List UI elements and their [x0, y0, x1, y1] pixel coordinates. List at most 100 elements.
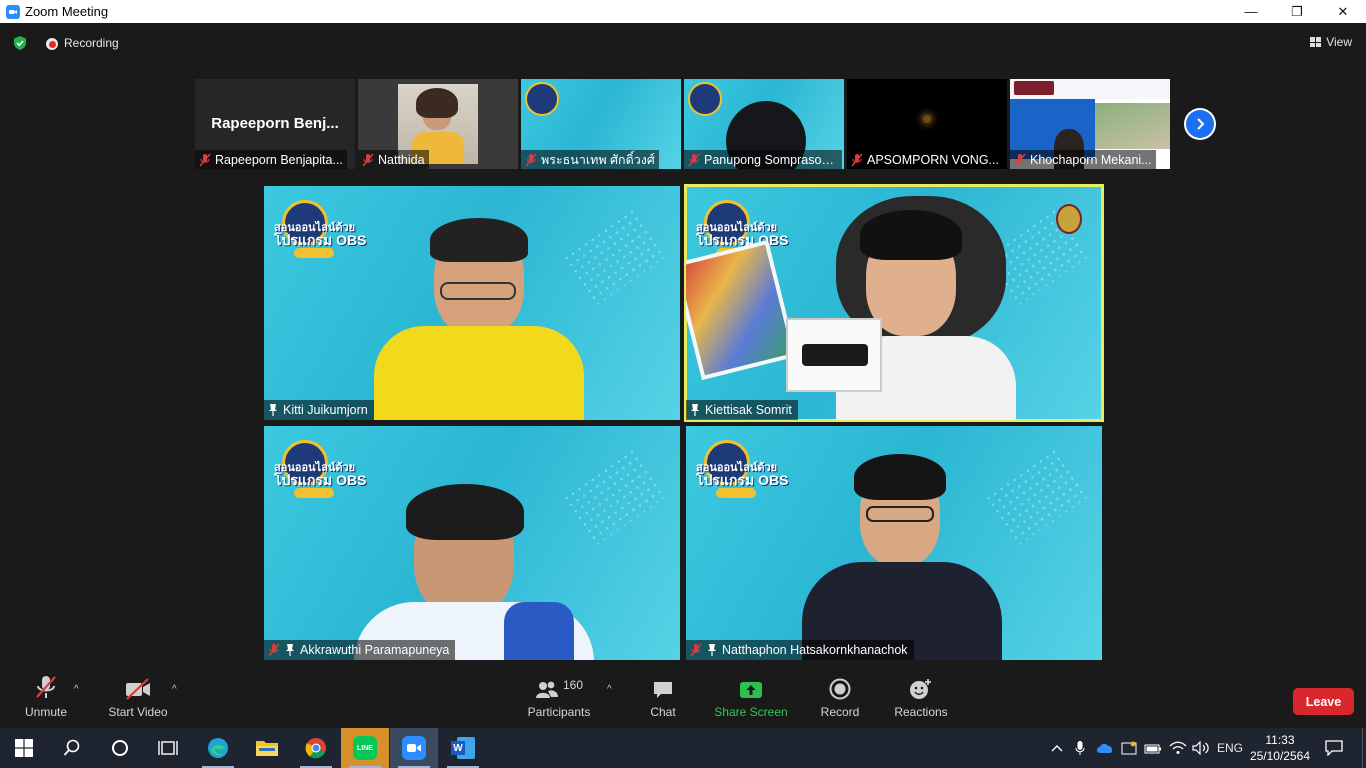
thumbnail-name-bar: พระธนาเทพ ศักดิ์วงศ์	[521, 150, 659, 169]
thumbnail-participant-1[interactable]: Rapeeporn Benj... Rapeeporn Benjapita...	[195, 79, 355, 169]
recording-label[interactable]: Recording	[64, 36, 119, 50]
battery-button[interactable]	[1142, 728, 1164, 768]
video-tile-1[interactable]: สอนออนไลน์ด้วย โปรแกรม OBS Kitti Juikumj…	[264, 186, 680, 420]
windows-logo-icon	[15, 739, 33, 757]
tile-name-label: Natthaphon Hatsakornkhanachok	[686, 640, 914, 660]
zoom-taskbar-button[interactable]	[390, 728, 438, 768]
mic-muted-icon	[199, 153, 211, 166]
record-icon	[829, 678, 851, 700]
task-view-icon	[158, 741, 178, 755]
view-label: View	[1326, 35, 1352, 49]
video-tile-2-active-speaker[interactable]: สอนออนไลน์ด้วย โปรแกรม OBS Kiettisak Som…	[684, 184, 1104, 422]
reactions-button[interactable]: Reactions	[892, 670, 950, 728]
zoom-window: Zoom Meeting — ❐ ✕ Recording View Rapeep…	[0, 0, 1366, 768]
word-icon: W	[451, 737, 475, 759]
notifications-icon	[1325, 740, 1343, 756]
task-view-button[interactable]	[144, 728, 192, 768]
tile-name-label: Akkrawuthi Paramapuneya	[264, 640, 456, 660]
search-button[interactable]	[48, 728, 96, 768]
obs-logo	[688, 82, 722, 116]
thumbnail-name-bar: APSOMPORN VONG...	[847, 150, 1003, 169]
line-app-button[interactable]: LINE	[341, 728, 389, 768]
grid-view-icon	[1310, 37, 1322, 47]
onedrive-button[interactable]	[1094, 728, 1116, 768]
dim-light	[923, 115, 931, 123]
clock-time: 11:33	[1265, 733, 1295, 747]
meeting-toolbar: Unmute ^ Start Video ^ 160 Participants …	[0, 670, 1366, 728]
mic-muted-icon	[690, 643, 702, 657]
input-language-button[interactable]: ENG	[1214, 728, 1246, 768]
file-explorer-button[interactable]	[243, 728, 291, 768]
share-screen-button[interactable]: Share Screen	[714, 670, 788, 728]
edge-browser-button[interactable]	[194, 728, 242, 768]
chat-button[interactable]: Chat	[638, 670, 688, 728]
chat-label: Chat	[650, 705, 676, 719]
thumbnail-name: Panupong Somprason...	[704, 152, 838, 167]
thumbnail-participant-6[interactable]: Khochaporn Mekani...	[1010, 79, 1170, 169]
volume-button[interactable]	[1190, 728, 1212, 768]
participants-options-caret[interactable]: ^	[607, 684, 612, 695]
participant-name: Natthaphon Hatsakornkhanachok	[722, 643, 908, 657]
word-button[interactable]: W	[439, 728, 487, 768]
chat-icon	[654, 682, 672, 698]
pin-icon	[708, 644, 716, 656]
tile-name-label: Kitti Juikumjorn	[264, 400, 374, 420]
rmutt-logo	[1014, 81, 1054, 95]
mic-muted-icon	[688, 153, 700, 166]
video-camera-off-icon	[126, 678, 150, 700]
participant-hair	[854, 454, 946, 500]
thumbnail-participant-3[interactable]: พระธนาเทพ ศักดิ์วงศ์	[521, 79, 681, 169]
glasses	[440, 282, 516, 300]
chrome-button[interactable]	[292, 728, 340, 768]
security-shield-icon[interactable]	[12, 35, 28, 51]
obs-banner: สอนออนไลน์ด้วย โปรแกรม OBS	[272, 432, 366, 536]
video-tile-4[interactable]: สอนออนไลน์ด้วย โปรแกรม OBS Natthaphon Ha…	[686, 426, 1102, 660]
windows-taskbar: LINE W ENG 11:33 25/10/2564	[0, 728, 1366, 768]
video-options-caret[interactable]: ^	[172, 684, 177, 695]
participants-button[interactable]: 160 Participants	[524, 670, 594, 728]
next-page-button[interactable]	[1184, 108, 1216, 140]
thumbnail-participant-5[interactable]: APSOMPORN VONG...	[847, 79, 1007, 169]
maximize-button[interactable]: ❐	[1274, 0, 1320, 23]
audio-options-caret[interactable]: ^	[74, 684, 79, 695]
pin-icon	[269, 404, 277, 416]
edge-icon	[208, 738, 228, 758]
pin-icon	[286, 644, 294, 656]
background-pattern	[560, 205, 670, 307]
share-screen-icon	[740, 682, 762, 698]
show-hidden-icons-button[interactable]	[1046, 728, 1068, 768]
record-button[interactable]: Record	[814, 670, 866, 728]
leave-button[interactable]: Leave	[1293, 688, 1354, 715]
reactions-smiley-icon	[910, 679, 931, 699]
close-button[interactable]: ✕	[1320, 0, 1366, 23]
view-button[interactable]: View	[1310, 35, 1352, 49]
webcam-box	[786, 318, 882, 392]
recording-dot-icon	[46, 38, 58, 50]
action-center-button[interactable]	[1320, 728, 1348, 768]
tray-microphone-button[interactable]	[1070, 728, 1090, 768]
participants-label: Participants	[527, 705, 591, 719]
minimize-button[interactable]: —	[1228, 0, 1274, 23]
show-desktop-button[interactable]	[1362, 728, 1366, 768]
zoom-icon	[402, 736, 426, 760]
unmute-button[interactable]: Unmute	[18, 670, 74, 728]
thumbnail-participant-2[interactable]: Natthida	[358, 79, 518, 169]
shirt-collar	[504, 602, 574, 660]
record-label: Record	[820, 705, 860, 719]
mic-muted-icon	[268, 643, 280, 657]
cortana-button[interactable]	[96, 728, 144, 768]
tray-app-button[interactable]	[1118, 728, 1140, 768]
meeting-top-bar: Recording View	[0, 23, 1366, 63]
participant-name: Akkrawuthi Paramapuneya	[300, 643, 450, 657]
glasses	[866, 506, 934, 522]
wifi-button[interactable]	[1166, 728, 1190, 768]
video-tile-3[interactable]: สอนออนไลน์ด้วย โปรแกรม OBS Akkrawuthi Pa…	[264, 426, 680, 660]
thumbnail-participant-4[interactable]: Panupong Somprason...	[684, 79, 844, 169]
zoom-app-icon	[6, 4, 20, 19]
reactions-label: Reactions	[894, 705, 948, 719]
start-button[interactable]	[0, 728, 48, 768]
share-screen-label: Share Screen	[714, 705, 788, 719]
system-clock[interactable]: 11:33 25/10/2564	[1250, 732, 1310, 764]
start-video-button[interactable]: Start Video	[104, 670, 172, 728]
start-video-label: Start Video	[108, 705, 168, 719]
